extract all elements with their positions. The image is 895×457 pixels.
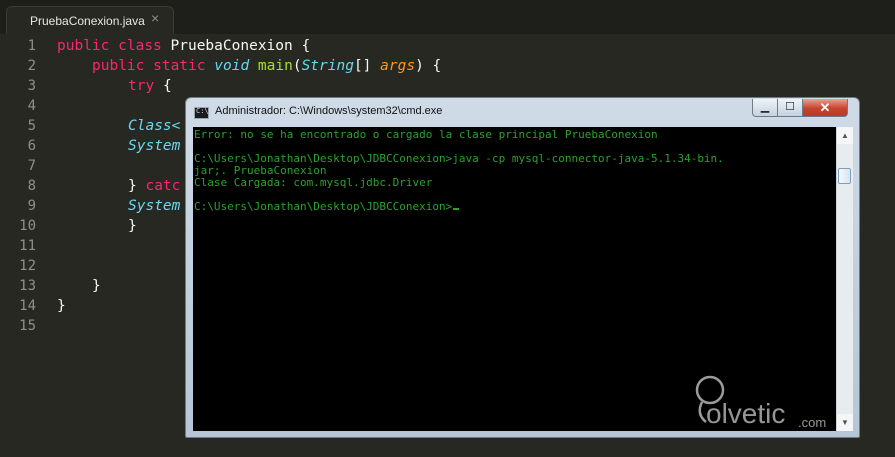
cmd-client-area[interactable]: Error: no se ha encontrado o cargado la … [193,127,853,431]
type: System [128,198,181,214]
code-line-1: public class PruebaConexion { [57,36,310,56]
brace: } [128,218,137,234]
line-number: 7 [27,158,36,174]
line-number: 12 [19,258,36,274]
code-line-8: } catc [128,176,180,196]
brace: } [92,278,101,294]
code-line-3: try { [128,76,172,96]
cmd-title: Administrador: C:\Windows\system32\cmd.e… [215,105,443,117]
line-number: 3 [27,78,36,94]
keyword: static [153,58,206,74]
editor-tab-bar: PruebaConexion.java × [0,0,895,34]
editor-tab-prueba-conexion[interactable]: PruebaConexion.java × [6,6,174,34]
line-number: 4 [27,98,36,114]
type: Class< [128,118,181,134]
console-prompt-line: C:\Users\Jonathan\Desktop\JDBCConexion> [194,200,460,213]
line-number: 14 [19,298,36,314]
code-line-10: } [128,216,137,236]
line-number: 2 [27,58,36,74]
return-type: void [214,58,250,74]
punctuation: ( [292,58,302,74]
arrow-down-icon: ▼ [841,418,849,427]
brace: } [128,178,137,194]
console-line: Error: no se ha encontrado o cargado la … [194,128,658,141]
punctuation: ) { [415,58,442,74]
scroll-down-button[interactable]: ▼ [837,414,853,431]
code-line-2: public static void main(String[] args) { [92,56,441,76]
brace: } [57,298,66,314]
brace: { [162,78,172,94]
param-name: args [380,58,416,74]
arrow-up-icon: ▲ [841,131,849,140]
console-prompt: C:\Users\Jonathan\Desktop\JDBCConexion> [194,200,453,213]
keyword: public [57,38,110,54]
brace: { [301,38,311,54]
close-button[interactable]: ✕ [802,99,848,117]
tab-close-icon[interactable]: × [151,11,159,25]
code-line-6: System [128,136,180,156]
console-line: Clase Cargada: com.mysql.jdbc.Driver [194,176,433,189]
keyword: public [92,58,145,74]
class-name: PruebaConexion [170,38,293,54]
minimize-button[interactable]: ▁ [752,99,778,117]
maximize-button[interactable]: ☐ [777,99,803,117]
scroll-up-button[interactable]: ▲ [837,127,853,144]
type: System [128,138,181,154]
keyword: catc [145,178,181,194]
line-number: 1 [27,38,36,54]
line-number: 9 [27,198,36,214]
punctuation: [] [353,58,381,74]
cmd-icon[interactable]: C:\ [194,107,209,119]
line-number: 13 [19,278,36,294]
line-number: 8 [27,178,36,194]
keyword: class [118,38,162,54]
code-line-5: Class< [128,116,180,136]
code-line-14: } [57,296,66,316]
param-type: String [301,58,354,74]
text-cursor [453,208,460,210]
scrollbar-thumb[interactable] [838,168,851,184]
vertical-scrollbar[interactable]: ▲ ▼ [836,127,853,431]
cmd-window[interactable]: C:\ Administrador: C:\Windows\system32\c… [185,97,860,438]
line-number: 11 [19,238,36,254]
method-name: main [257,58,293,74]
maximize-icon: ☐ [785,101,795,113]
line-number-gutter: 1 2 3 4 5 6 7 8 9 10 11 12 13 14 15 [0,34,44,457]
code-line-9: System [128,196,180,216]
cmd-title-bar[interactable]: C:\ Administrador: C:\Windows\system32\c… [186,98,859,126]
code-line-13: } [92,276,101,296]
line-number: 6 [27,138,36,154]
minimize-icon: ▁ [760,101,770,113]
line-number: 10 [19,218,36,234]
line-number: 15 [19,318,36,334]
cmd-icon-glyph: C:\ [196,107,209,115]
keyword: try [128,78,155,94]
close-icon: ✕ [819,100,831,115]
line-number: 5 [27,118,36,134]
tab-title: PruebaConexion.java [30,14,145,28]
console-output[interactable]: Error: no se ha encontrado o cargado la … [193,127,836,431]
